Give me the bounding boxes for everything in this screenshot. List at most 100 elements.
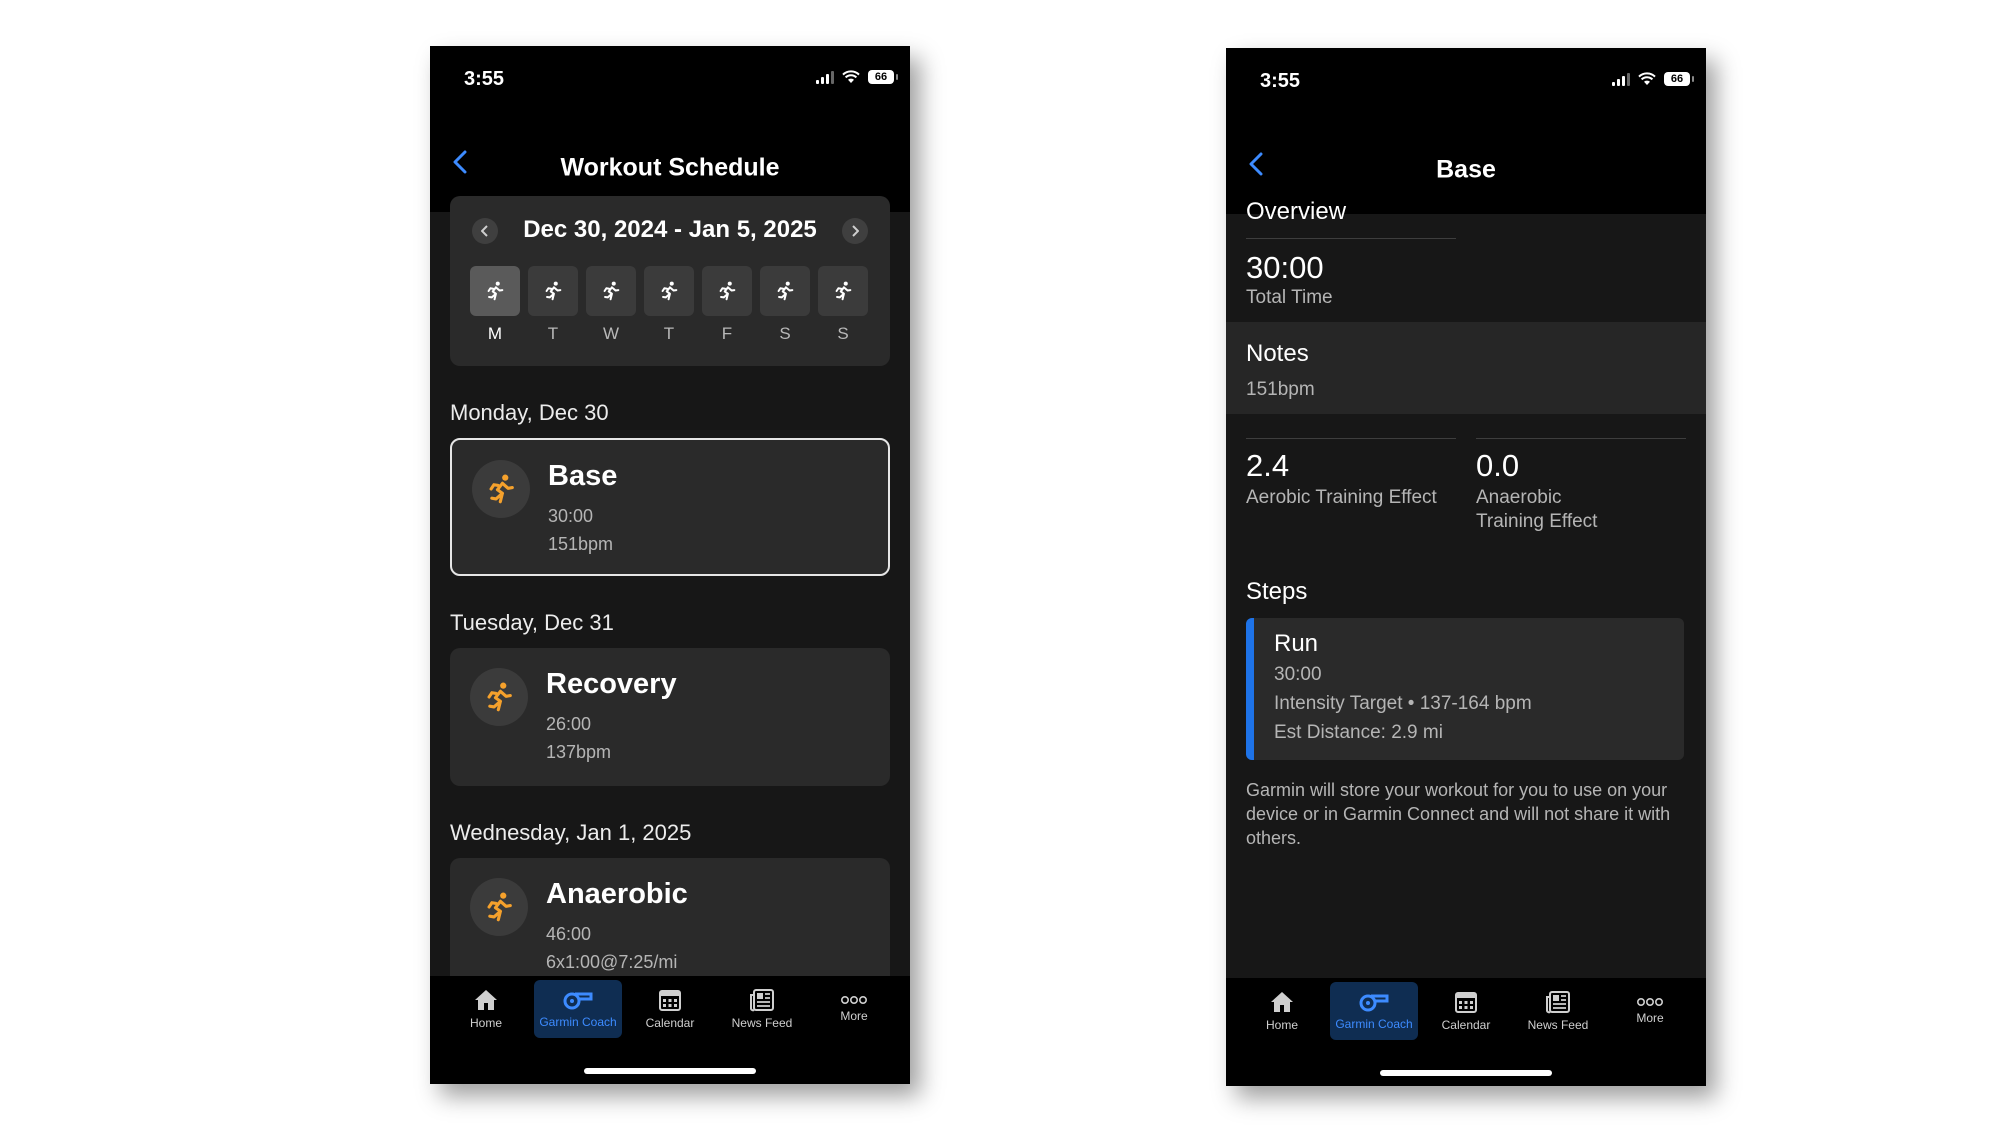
runner-icon xyxy=(472,460,530,518)
status-bar: 3:55 66 xyxy=(430,46,910,116)
anaerobic-te-label: Anaerobic Training Effect xyxy=(1476,486,1597,534)
wifi-icon xyxy=(842,70,860,83)
status-icons: 66 xyxy=(1612,72,1694,86)
week-selector: Dec 30, 2024 - Jan 5, 2025 M T W T F S S xyxy=(450,196,890,366)
whistle-icon xyxy=(563,992,593,1010)
status-icons: 66 xyxy=(816,70,898,84)
runner-icon xyxy=(470,668,528,726)
tab-news-feed[interactable]: News Feed xyxy=(1514,982,1602,1040)
day-label: T xyxy=(663,324,675,343)
whistle-icon xyxy=(1359,994,1389,1012)
anaerobic-te-label-line2: Training Effect xyxy=(1476,511,1598,532)
notes-text: 151bpm xyxy=(1246,379,1315,400)
status-bar: 3:55 66 xyxy=(1226,48,1706,118)
tab-calendar[interactable]: Calendar xyxy=(1422,982,1510,1040)
workout-card-recovery[interactable]: Recovery 26:00 137bpm xyxy=(450,648,890,786)
cellular-signal-icon xyxy=(1612,72,1630,86)
home-icon xyxy=(1271,992,1293,1012)
step-name: Run xyxy=(1274,630,1319,657)
aerobic-te-label: Aerobic Training Effect xyxy=(1246,487,1437,508)
workout-name: Recovery xyxy=(546,668,677,700)
tab-home[interactable]: Home xyxy=(1238,982,1326,1040)
day-monday[interactable]: M xyxy=(470,266,520,344)
week-range: Dec 30, 2024 - Jan 5, 2025 xyxy=(523,216,817,243)
total-time-value: 30:00 xyxy=(1246,250,1324,285)
day-saturday[interactable]: S xyxy=(760,266,810,344)
runner-icon xyxy=(603,281,620,301)
battery-icon: 66 xyxy=(1664,72,1694,86)
step-distance: Est Distance: 2.9 mi xyxy=(1274,722,1443,743)
tab-home[interactable]: Home xyxy=(442,980,530,1038)
step-color-bar xyxy=(1246,618,1254,760)
day-friday[interactable]: F xyxy=(702,266,752,344)
more-icon xyxy=(1636,997,1663,1007)
calendar-icon xyxy=(1455,992,1477,1013)
tab-label: More xyxy=(1636,1011,1664,1025)
runner-icon xyxy=(487,281,504,301)
day-wednesday[interactable]: W xyxy=(586,266,636,344)
notes-section: Notes 151bpm xyxy=(1226,322,1706,414)
tab-bar: Home Garmin Coach Calendar News Feed Mor… xyxy=(430,976,910,1084)
page-title: Base xyxy=(1436,155,1496,184)
tab-label: Garmin Coach xyxy=(539,1015,617,1029)
day-label: S xyxy=(837,324,849,343)
step-card-run[interactable]: Run 30:00 Intensity Target • 137-164 bpm… xyxy=(1246,618,1684,760)
aerobic-te-value: 2.4 xyxy=(1246,448,1290,483)
divider xyxy=(1246,238,1456,239)
workout-detail-screen: 3:55 66 Base Overview 30:00 Total Time N… xyxy=(1226,48,1706,1086)
day-label: M xyxy=(487,324,503,343)
day-label: F xyxy=(721,324,733,343)
step-duration: 30:00 xyxy=(1274,664,1322,685)
tab-label: News Feed xyxy=(731,1016,793,1030)
battery-icon: 66 xyxy=(868,70,898,84)
news-feed-icon xyxy=(1546,991,1570,1014)
total-time-label: Total Time xyxy=(1246,287,1333,308)
tab-more[interactable]: More xyxy=(1606,982,1694,1040)
workout-name: Anaerobic xyxy=(546,878,688,910)
anaerobic-te-value: 0.0 xyxy=(1476,448,1520,483)
workout-target: 151bpm xyxy=(548,534,614,554)
day-label: T xyxy=(547,324,559,343)
wifi-icon xyxy=(1638,72,1656,85)
workout-card-base[interactable]: Base 30:00 151bpm xyxy=(450,438,890,576)
home-icon xyxy=(475,990,497,1010)
week-days: M T W T F S S xyxy=(470,266,868,344)
divider xyxy=(1476,438,1686,439)
runner-icon xyxy=(545,281,562,301)
tab-more[interactable]: More xyxy=(810,980,898,1038)
runner-icon xyxy=(470,878,528,936)
runner-icon xyxy=(719,281,736,301)
next-week-button[interactable] xyxy=(842,218,868,244)
workout-name: Base xyxy=(548,460,618,492)
tab-news-feed[interactable]: News Feed xyxy=(718,980,806,1038)
divider xyxy=(1246,438,1456,439)
news-feed-icon xyxy=(750,989,774,1012)
tab-garmin-coach[interactable]: Garmin Coach xyxy=(1330,982,1418,1040)
tab-label: Home xyxy=(469,1016,502,1030)
workout-duration: 26:00 xyxy=(546,714,592,734)
day-heading: Monday, Dec 30 xyxy=(450,400,609,425)
day-sunday[interactable]: S xyxy=(818,266,868,344)
tab-label: Calendar xyxy=(1441,1018,1491,1032)
tab-label: News Feed xyxy=(1527,1018,1589,1032)
day-thursday[interactable]: T xyxy=(644,266,694,344)
tab-garmin-coach[interactable]: Garmin Coach xyxy=(534,980,622,1038)
runner-icon xyxy=(835,281,852,301)
storage-disclaimer: Garmin will store your workout for you t… xyxy=(1246,780,1671,848)
tab-label: More xyxy=(840,1009,868,1023)
day-heading: Wednesday, Jan 1, 2025 xyxy=(450,820,692,845)
home-indicator[interactable] xyxy=(1380,1070,1552,1076)
step-intensity: Intensity Target • 137-164 bpm xyxy=(1274,693,1532,714)
steps-heading: Steps xyxy=(1246,578,1308,605)
tab-label: Calendar xyxy=(645,1016,695,1030)
day-label: W xyxy=(602,324,620,343)
tab-bar: Home Garmin Coach Calendar News Feed Mor… xyxy=(1226,978,1706,1086)
day-tuesday[interactable]: T xyxy=(528,266,578,344)
workout-duration: 30:00 xyxy=(548,506,594,526)
anaerobic-te-label-line1: Anaerobic xyxy=(1476,487,1562,508)
status-time: 3:55 xyxy=(1260,70,1301,92)
cellular-signal-icon xyxy=(816,70,834,84)
overview-heading: Overview xyxy=(1246,198,1347,225)
home-indicator[interactable] xyxy=(584,1068,756,1074)
tab-calendar[interactable]: Calendar xyxy=(626,980,714,1038)
